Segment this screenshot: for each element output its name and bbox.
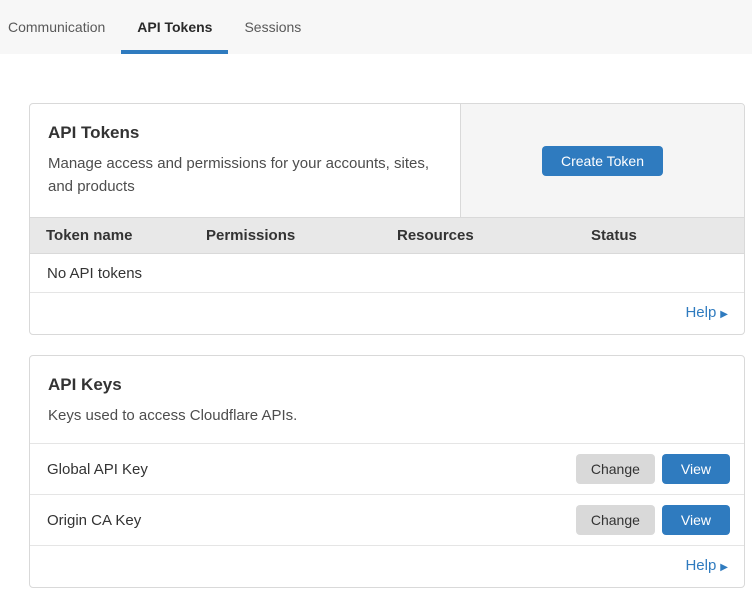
- origin-ca-key-actions: Change View: [576, 505, 730, 535]
- global-api-key-label: Global API Key: [47, 461, 148, 478]
- origin-ca-key-change-button[interactable]: Change: [576, 505, 655, 535]
- key-row-origin-ca-key: Origin CA Key Change View: [30, 494, 744, 545]
- api-tokens-description: Manage access and permissions for your a…: [48, 152, 440, 198]
- tokens-empty-state: No API tokens: [30, 254, 744, 293]
- help-arrow-icon: ▶: [720, 562, 728, 573]
- main-content: API Tokens Manage access and permissions…: [0, 54, 752, 588]
- api-keys-help-label: Help: [685, 557, 716, 574]
- api-tokens-card-footer: Help ▶: [30, 293, 744, 334]
- global-api-key-view-button[interactable]: View: [662, 454, 730, 484]
- help-arrow-icon: ▶: [720, 309, 728, 320]
- tab-sessions[interactable]: Sessions: [228, 0, 317, 54]
- api-keys-card-footer: Help ▶: [30, 545, 744, 587]
- column-header-status: Status: [575, 227, 744, 244]
- create-token-button[interactable]: Create Token: [542, 146, 663, 176]
- api-tokens-card: API Tokens Manage access and permissions…: [29, 103, 745, 335]
- origin-ca-key-view-button[interactable]: View: [662, 505, 730, 535]
- tab-bar: Communication API Tokens Sessions: [0, 0, 752, 54]
- tab-api-tokens[interactable]: API Tokens: [121, 0, 228, 54]
- api-keys-description: Keys used to access Cloudflare APIs.: [48, 404, 726, 427]
- api-keys-card: API Keys Keys used to access Cloudflare …: [29, 355, 745, 588]
- api-tokens-title: API Tokens: [48, 123, 440, 143]
- api-tokens-help-label: Help: [685, 304, 716, 321]
- key-row-global-api-key: Global API Key Change View: [30, 443, 744, 494]
- origin-ca-key-label: Origin CA Key: [47, 512, 141, 529]
- api-keys-card-header: API Keys Keys used to access Cloudflare …: [30, 356, 744, 443]
- api-tokens-card-header-text: API Tokens Manage access and permissions…: [30, 104, 460, 217]
- column-header-token-name: Token name: [30, 227, 190, 244]
- column-header-permissions: Permissions: [190, 227, 381, 244]
- tokens-table-header: Token name Permissions Resources Status: [30, 217, 744, 254]
- api-tokens-help-link[interactable]: Help ▶: [685, 304, 728, 321]
- global-api-key-actions: Change View: [576, 454, 730, 484]
- api-keys-title: API Keys: [48, 375, 726, 395]
- global-api-key-change-button[interactable]: Change: [576, 454, 655, 484]
- api-tokens-card-header: API Tokens Manage access and permissions…: [30, 104, 744, 217]
- column-header-resources: Resources: [381, 227, 575, 244]
- api-keys-help-link[interactable]: Help ▶: [685, 557, 728, 574]
- tab-communication[interactable]: Communication: [0, 0, 121, 54]
- api-tokens-card-header-actions: Create Token: [460, 104, 744, 217]
